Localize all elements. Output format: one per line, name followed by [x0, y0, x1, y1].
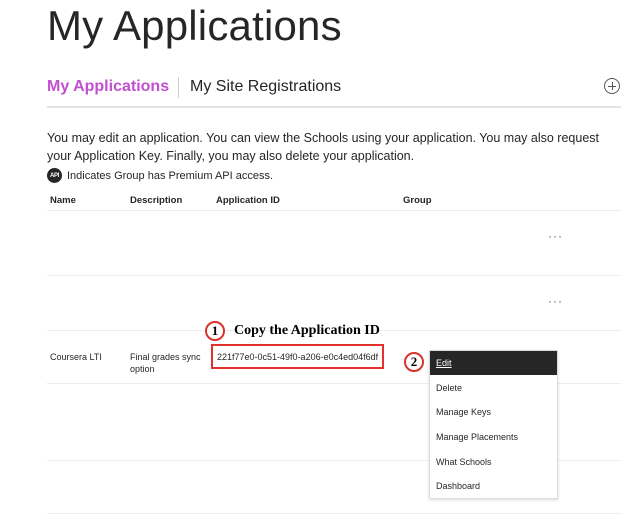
menu-item-manage-keys[interactable]: Manage Keys [430, 400, 557, 424]
row-description: Final grades sync option [130, 351, 201, 375]
page-title: My Applications [47, 2, 342, 49]
menu-item-edit[interactable]: Edit [430, 351, 557, 375]
row-actions-button[interactable]: ··· [548, 229, 563, 243]
tab-my-site-registrations[interactable]: My Site Registrations [190, 78, 341, 96]
menu-item-what-schools[interactable]: What Schools [430, 450, 557, 474]
menu-item-manage-placements[interactable]: Manage Placements [430, 425, 557, 449]
row-description-line: Final grades sync [130, 352, 201, 362]
row-divider [47, 275, 621, 276]
plus-circle-icon[interactable] [604, 78, 620, 94]
header-name: Name [50, 195, 76, 206]
tab-my-applications[interactable]: My Applications [47, 78, 169, 96]
premium-legend: API Indicates Group has Premium API acce… [47, 168, 273, 183]
header-group: Group [403, 195, 432, 206]
premium-note: Indicates Group has Premium API access. [67, 169, 274, 182]
api-premium-icon: API [47, 168, 62, 183]
row-context-menu: Edit Delete Manage Keys Manage Placement… [429, 350, 558, 499]
header-divider [47, 210, 621, 211]
row-actions-button[interactable]: ··· [548, 294, 563, 308]
step-2-marker: 2 [404, 352, 424, 372]
header-description: Description [130, 195, 183, 206]
row-description-line: option [130, 364, 155, 374]
menu-item-dashboard[interactable]: Dashboard [430, 474, 557, 498]
tab-divider [178, 77, 179, 98]
step-1-marker: 1 [205, 321, 225, 341]
step-1-instruction: Copy the Application ID [234, 323, 380, 338]
menu-item-delete[interactable]: Delete [430, 376, 557, 400]
intro-text: You may edit an application. You can vie… [47, 131, 599, 163]
tab-underline [47, 106, 621, 108]
application-id-cell[interactable]: 221f77e0-0c51-49f0-a206-e0c4ed04f6df [211, 344, 384, 369]
row-name: Coursera LTI [50, 352, 102, 362]
header-application-id: Application ID [216, 195, 280, 206]
row-divider [47, 513, 621, 514]
